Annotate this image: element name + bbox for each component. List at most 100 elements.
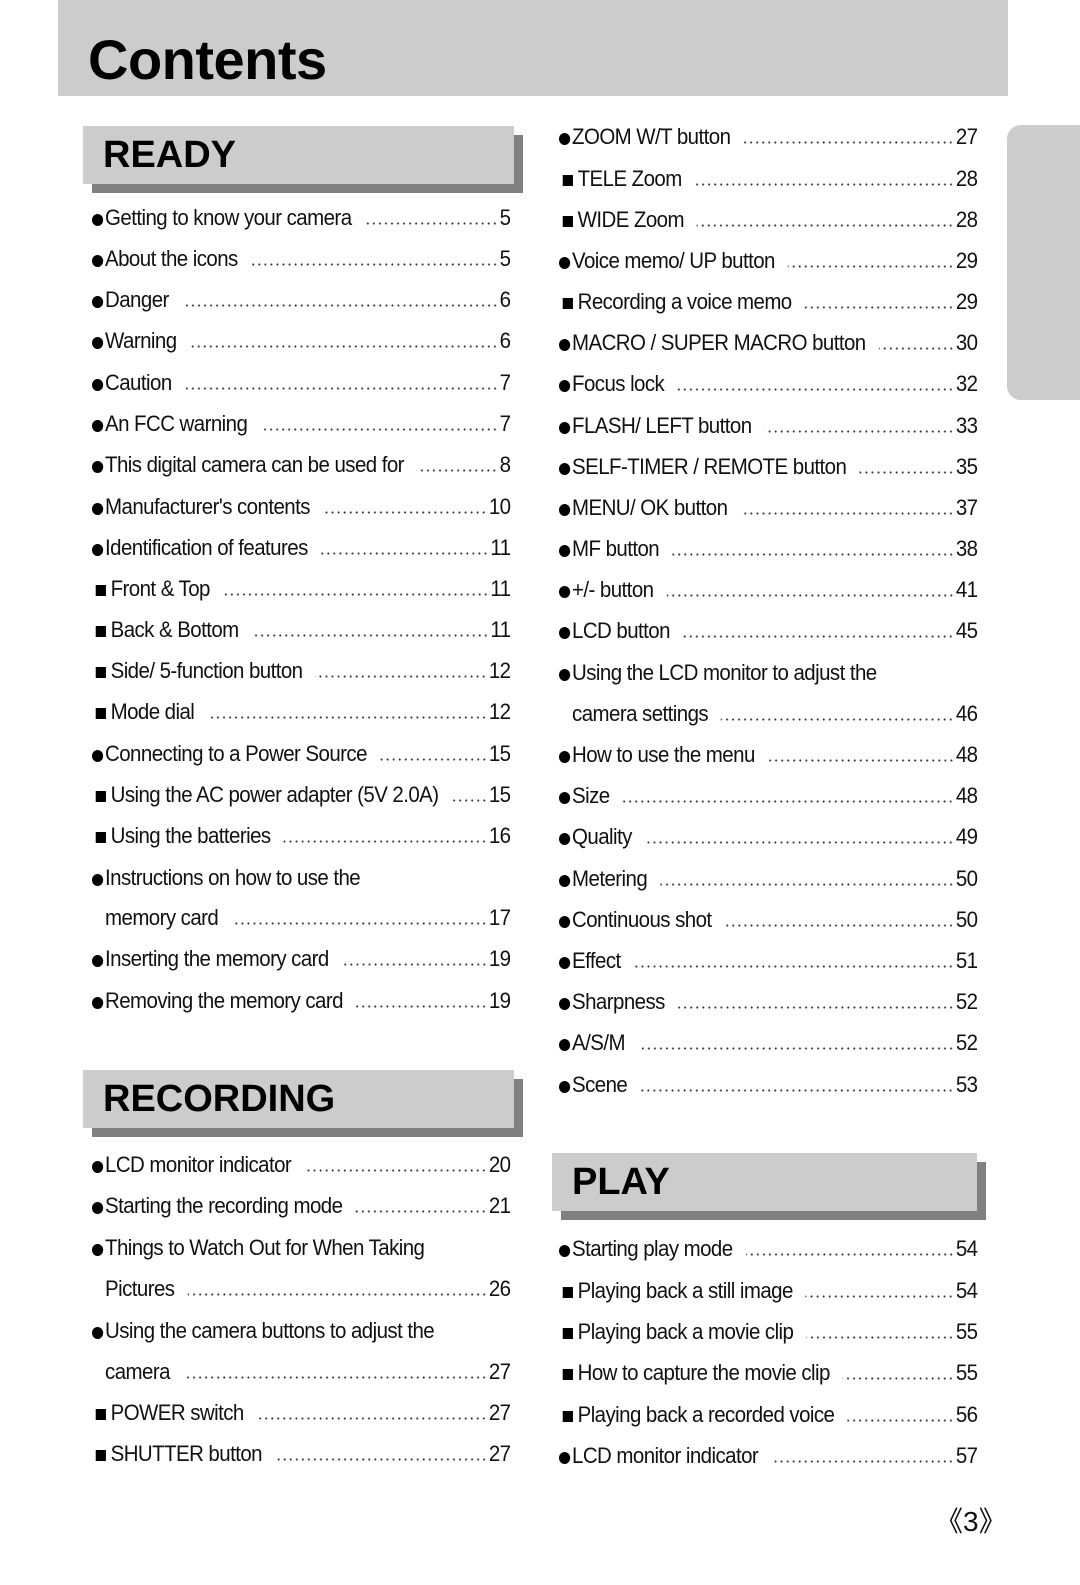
toc-entry[interactable]: Focus lock 32 bbox=[559, 368, 978, 398]
toc-entry[interactable]: Using the LCD monitor to adjust the bbox=[559, 657, 978, 687]
toc-entry[interactable]: Inserting the memory card 19 bbox=[92, 943, 511, 973]
toc-entry-title: Connecting to a Power Source bbox=[105, 741, 367, 766]
toc-entry[interactable]: MENU/ OK button 37 bbox=[559, 492, 978, 522]
toc-entry-title: Removing the memory card bbox=[105, 988, 343, 1013]
toc-entry[interactable]: Playing back a still image 54 bbox=[559, 1275, 978, 1305]
toc-entry-title: Inserting the memory card bbox=[105, 946, 329, 971]
toc-entry[interactable]: MF button 38 bbox=[559, 533, 978, 563]
toc-entry[interactable]: Using the batteries 16 bbox=[92, 820, 511, 850]
toc-entry[interactable]: memory card 17 bbox=[92, 902, 511, 932]
toc-entry[interactable]: Caution 7 bbox=[92, 367, 511, 397]
bullet-square-icon bbox=[562, 1369, 573, 1380]
toc-entry[interactable]: Connecting to a Power Source 15 bbox=[92, 738, 511, 768]
toc-entry[interactable]: Removing the memory card 19 bbox=[92, 985, 511, 1015]
dot-leader bbox=[222, 593, 489, 596]
bullet-circle-icon bbox=[559, 957, 571, 969]
bullet-circle-icon bbox=[92, 420, 104, 432]
toc-entry-title: Front & Top bbox=[110, 576, 211, 601]
toc-entry[interactable]: How to use the menu 48 bbox=[559, 739, 978, 769]
toc-entry-title: Playing back a still image bbox=[577, 1278, 794, 1303]
dot-leader bbox=[787, 265, 954, 268]
toc-entry[interactable]: Voice memo/ UP button 29 bbox=[559, 245, 978, 275]
toc-entry[interactable]: Sharpness 52 bbox=[559, 986, 978, 1016]
toc-entry-title: Using the camera buttons to adjust the bbox=[105, 1318, 435, 1343]
toc-entry-page: 46 bbox=[955, 701, 978, 726]
dot-leader bbox=[184, 387, 498, 390]
toc-entry-title: Starting the recording mode bbox=[105, 1193, 343, 1218]
dot-leader bbox=[677, 1006, 954, 1009]
toc-entry[interactable]: Getting to know your camera 5 bbox=[92, 202, 511, 232]
toc-entry[interactable]: Pictures 26 bbox=[92, 1273, 511, 1303]
section-heading-label: PLAY bbox=[572, 1161, 670, 1203]
dot-leader bbox=[804, 306, 954, 309]
bullet-circle-icon bbox=[559, 916, 571, 928]
toc-entry-title: Metering bbox=[572, 866, 648, 891]
toc-entry[interactable]: Using the AC power adapter (5V 2.0A) 15 bbox=[92, 779, 511, 809]
toc-entry[interactable]: How to capture the movie clip 55 bbox=[559, 1357, 978, 1387]
toc-entry[interactable]: MACRO / SUPER MACRO button 30 bbox=[559, 327, 978, 357]
bullet-circle-icon bbox=[92, 337, 104, 349]
toc-entry-title: Warning bbox=[105, 328, 177, 353]
toc-entry[interactable]: Danger 6 bbox=[92, 284, 511, 314]
toc-entry-title: Back & Bottom bbox=[110, 617, 240, 642]
dot-leader bbox=[677, 388, 954, 391]
toc-entry[interactable]: POWER switch 27 bbox=[92, 1397, 511, 1427]
section-heading-label: READY bbox=[103, 134, 237, 176]
toc-entry[interactable]: +/- button 41 bbox=[559, 574, 978, 604]
toc-entry[interactable]: Instructions on how to use the bbox=[92, 862, 511, 892]
toc-entry[interactable]: Scene 53 bbox=[559, 1069, 978, 1099]
toc-entry-title: camera settings bbox=[572, 701, 709, 726]
bullet-square-icon bbox=[95, 832, 106, 843]
dot-leader bbox=[660, 883, 954, 886]
toc-entry[interactable]: TELE Zoom 28 bbox=[559, 163, 978, 193]
toc-entry[interactable]: An FCC warning 7 bbox=[92, 408, 511, 438]
toc-entry-title: LCD monitor indicator bbox=[105, 1152, 292, 1177]
toc-entry[interactable]: This digital camera can be used for 8 bbox=[92, 449, 511, 479]
toc-entry[interactable]: Starting the recording mode 21 bbox=[92, 1190, 511, 1220]
toc-entry[interactable]: SHUTTER button 27 bbox=[92, 1438, 511, 1468]
toc-entry[interactable]: Side/ 5-function button 12 bbox=[92, 655, 511, 685]
toc-entry-page: 52 bbox=[955, 1030, 978, 1055]
toc-entry[interactable]: WIDE Zoom 28 bbox=[559, 204, 978, 234]
toc-entry[interactable]: Recording a voice memo 29 bbox=[559, 286, 978, 316]
page-title: Contents bbox=[88, 28, 327, 91]
toc-entry[interactable]: Warning 6 bbox=[92, 325, 511, 355]
toc-entry[interactable]: camera 27 bbox=[92, 1356, 511, 1386]
toc-entry[interactable]: Metering 50 bbox=[559, 863, 978, 893]
toc-entry[interactable]: Manufacturer's contents 10 bbox=[92, 491, 511, 521]
toc-entry[interactable]: ZOOM W/T button 27 bbox=[559, 121, 978, 151]
bullet-circle-icon bbox=[92, 214, 104, 226]
dot-leader bbox=[847, 1419, 954, 1422]
toc-entry[interactable]: LCD monitor indicator 57 bbox=[559, 1440, 978, 1470]
toc-entry[interactable]: Identification of features 11 bbox=[92, 532, 511, 562]
toc-entry-page: 55 bbox=[955, 1319, 978, 1344]
bullet-square-icon bbox=[95, 708, 106, 719]
toc-entry[interactable]: Back & Bottom 11 bbox=[92, 614, 511, 644]
bullet-square-icon bbox=[562, 216, 573, 227]
dot-leader bbox=[694, 183, 954, 186]
toc-entry-page: 28 bbox=[955, 166, 978, 191]
toc-entry[interactable]: SELF-TIMER / REMOTE button 35 bbox=[559, 451, 978, 481]
toc-entry[interactable]: Using the camera buttons to adjust the bbox=[92, 1315, 511, 1345]
toc-entry[interactable]: camera settings 46 bbox=[559, 698, 978, 728]
toc-entry[interactable]: Mode dial 12 bbox=[92, 696, 511, 726]
toc-entry[interactable]: Continuous shot 50 bbox=[559, 904, 978, 934]
toc-entry[interactable]: Size 48 bbox=[559, 780, 978, 810]
toc-entry[interactable]: FLASH/ LEFT button 33 bbox=[559, 410, 978, 440]
toc-entry[interactable]: LCD monitor indicator 20 bbox=[92, 1149, 511, 1179]
bullet-circle-icon bbox=[92, 503, 104, 515]
toc-entry[interactable]: A/S/M 52 bbox=[559, 1027, 978, 1057]
toc-entry[interactable]: Playing back a recorded voice 56 bbox=[559, 1399, 978, 1429]
toc-entry[interactable]: Playing back a movie clip 55 bbox=[559, 1316, 978, 1346]
toc-entry[interactable]: Front & Top 11 bbox=[92, 573, 511, 603]
toc-entry[interactable]: Starting play mode 54 bbox=[559, 1233, 978, 1263]
toc-entry-page: 15 bbox=[488, 741, 511, 766]
toc-entry[interactable]: Effect 51 bbox=[559, 945, 978, 975]
toc-entry[interactable]: About the icons 5 bbox=[92, 243, 511, 273]
toc-entry[interactable]: LCD button 45 bbox=[559, 615, 978, 645]
toc-entry[interactable]: Things to Watch Out for When Taking bbox=[92, 1232, 511, 1262]
toc-entry-title: Things to Watch Out for When Taking bbox=[105, 1235, 425, 1260]
toc-entry-page: 38 bbox=[955, 536, 978, 561]
toc-entry[interactable]: Quality 49 bbox=[559, 821, 978, 851]
title-bar: Contents bbox=[58, 0, 1008, 96]
